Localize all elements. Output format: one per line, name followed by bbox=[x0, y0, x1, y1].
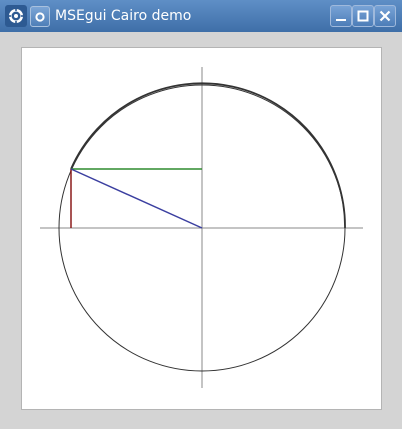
maximize-icon bbox=[357, 10, 369, 22]
drawing-canvas[interactable] bbox=[21, 47, 382, 410]
app-window: MSEgui Cairo demo bbox=[0, 0, 402, 429]
gear-icon[interactable] bbox=[5, 5, 27, 27]
angle-arc bbox=[70, 82, 346, 229]
window-title: MSEgui Cairo demo bbox=[55, 8, 192, 24]
radius-line bbox=[70, 168, 203, 229]
minimize-button[interactable] bbox=[330, 5, 352, 27]
close-button[interactable] bbox=[374, 5, 396, 27]
minimize-icon bbox=[336, 19, 346, 21]
ring-icon[interactable] bbox=[30, 6, 50, 27]
title-bar[interactable]: MSEgui Cairo demo bbox=[0, 0, 402, 32]
close-icon bbox=[379, 10, 391, 22]
maximize-button[interactable] bbox=[352, 5, 374, 27]
unit-circle-drawing bbox=[40, 67, 363, 388]
